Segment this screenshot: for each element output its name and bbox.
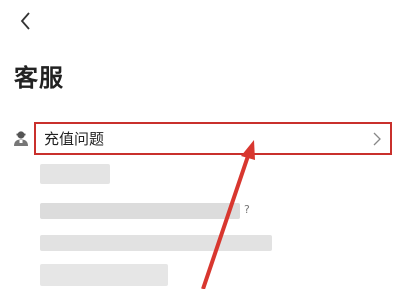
topic-recharge-issue[interactable]: 充值问题 <box>34 122 392 155</box>
blurred-question[interactable] <box>40 264 168 286</box>
question-mark: ? <box>244 203 250 216</box>
blurred-text <box>40 164 110 184</box>
chevron-right-icon <box>373 132 381 146</box>
blurred-question[interactable] <box>40 203 240 219</box>
customer-service-icon <box>12 129 30 147</box>
chevron-left-icon <box>20 12 30 30</box>
blurred-question[interactable] <box>40 235 272 251</box>
page-title: 客服 <box>14 64 64 92</box>
back-button[interactable] <box>14 8 38 34</box>
topic-label: 充值问题 <box>44 130 105 148</box>
